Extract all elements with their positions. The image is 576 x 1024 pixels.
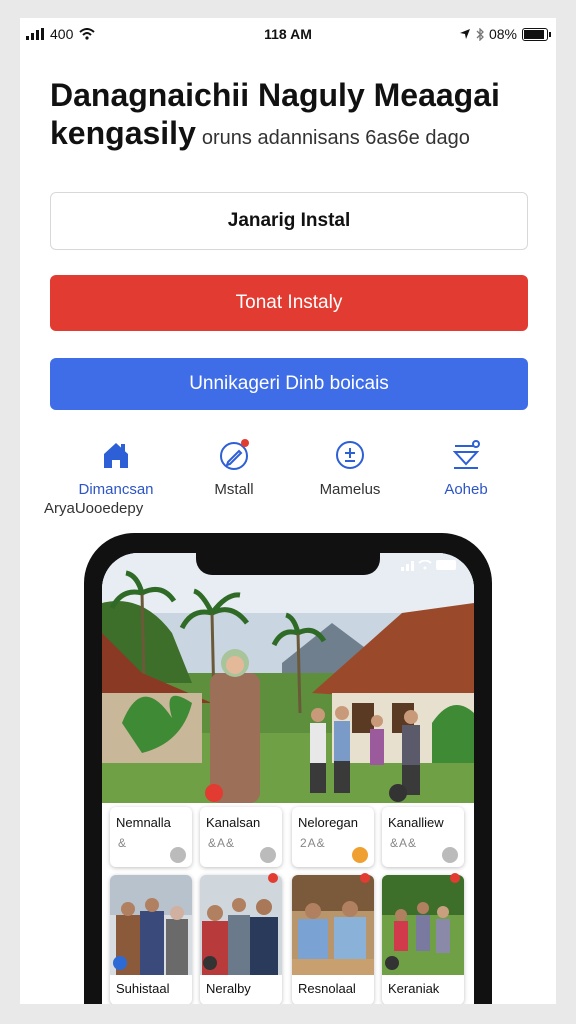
card-top-1[interactable]: Nemnalla & bbox=[110, 807, 192, 867]
nav-label-adjust: Mamelus bbox=[319, 481, 381, 498]
nav-label-edit: Mstall bbox=[214, 481, 254, 498]
notification-badge bbox=[268, 873, 278, 883]
check-icon[interactable] bbox=[260, 847, 276, 863]
nav-item-filter[interactable]: Aoheb bbox=[406, 438, 526, 498]
card-top-2[interactable]: Kanalsan &A& bbox=[200, 807, 282, 867]
card-name: Neloregan bbox=[298, 815, 358, 830]
nav-label-filter: Aoheb bbox=[444, 481, 488, 498]
pen-icon bbox=[220, 439, 249, 470]
status-right: 08% bbox=[459, 26, 551, 42]
card-bottom-4[interactable]: Keraniak bbox=[382, 873, 464, 1004]
card-name: Resnolaal bbox=[298, 981, 356, 996]
check-icon[interactable] bbox=[170, 847, 186, 863]
phone-signal-icon bbox=[401, 559, 414, 571]
card-top-3[interactable]: Neloregan 2A& bbox=[292, 807, 374, 867]
people-photo bbox=[382, 875, 464, 975]
battery-icon bbox=[522, 27, 551, 41]
title-line-1: Danagnaichii Naguly Meaagai bbox=[50, 77, 500, 113]
nav-item-adjust[interactable]: Mamelus bbox=[290, 438, 410, 498]
card-name: Keraniak bbox=[388, 981, 440, 996]
page-title: Danagnaichii Naguly Meaagai kengasily oru… bbox=[50, 76, 530, 157]
people-photo bbox=[200, 875, 282, 975]
people-photo bbox=[292, 875, 374, 975]
people-photo bbox=[110, 875, 192, 975]
notification-badge bbox=[360, 873, 370, 883]
alert-icon[interactable] bbox=[352, 847, 368, 863]
primary-blue-button[interactable]: Unnikageri Dinb boicais bbox=[50, 358, 528, 410]
phone-screen: Nemnalla & Kanalsan &A& Neloregan 2A& Ka… bbox=[102, 553, 474, 1004]
icon-row-sublabel: AryaUooedepy bbox=[44, 500, 144, 517]
plus-minus-icon bbox=[336, 441, 364, 469]
hero-village-image bbox=[102, 553, 474, 803]
card-bottom-3[interactable]: Resnolaal bbox=[292, 873, 374, 1004]
nav-item-home[interactable]: Dimancsan bbox=[56, 438, 176, 498]
phone-status-icons bbox=[401, 559, 456, 571]
install-outline-button[interactable]: Janarig Instal bbox=[50, 192, 528, 250]
funnel-icon bbox=[452, 440, 480, 469]
card-name: Kanalliew bbox=[388, 815, 444, 830]
nav-label-home: Dimancsan bbox=[78, 481, 154, 498]
check-icon[interactable] bbox=[442, 847, 458, 863]
card-name: Suhistaal bbox=[116, 981, 170, 996]
location-arrow-icon bbox=[459, 29, 470, 39]
home-icon bbox=[104, 443, 128, 468]
app-screen: 400 118 AM 08% Danagnaichii Naguly Meaag… bbox=[20, 18, 556, 1004]
install-red-button[interactable]: Tonat Instaly bbox=[50, 275, 528, 331]
card-name: Neralby bbox=[206, 981, 251, 996]
nav-item-edit[interactable]: Mstall bbox=[174, 438, 294, 498]
battery-percent: 08% bbox=[488, 26, 517, 42]
card-name: Kanalsan bbox=[206, 815, 261, 830]
bluetooth-icon bbox=[476, 27, 484, 41]
card-name: Nemnalla bbox=[116, 815, 171, 830]
notification-badge bbox=[450, 873, 460, 883]
title-line-2: kengasily bbox=[50, 115, 196, 151]
phone-notch bbox=[196, 553, 380, 575]
phone-wifi-icon bbox=[418, 560, 432, 570]
phone-mockup: Nemnalla & Kanalsan &A& Neloregan 2A& Ka… bbox=[84, 533, 492, 1004]
card-bottom-1[interactable]: Suhistaal bbox=[110, 875, 192, 1004]
card-top-4[interactable]: Kanalliew &A& bbox=[382, 807, 464, 867]
page-subtitle: oruns adannisans 6as6e dago bbox=[201, 127, 470, 149]
phone-battery-icon bbox=[436, 560, 456, 570]
status-bar: 400 118 AM 08% bbox=[20, 18, 556, 48]
card-bottom-2[interactable]: Neralby bbox=[200, 873, 282, 1004]
